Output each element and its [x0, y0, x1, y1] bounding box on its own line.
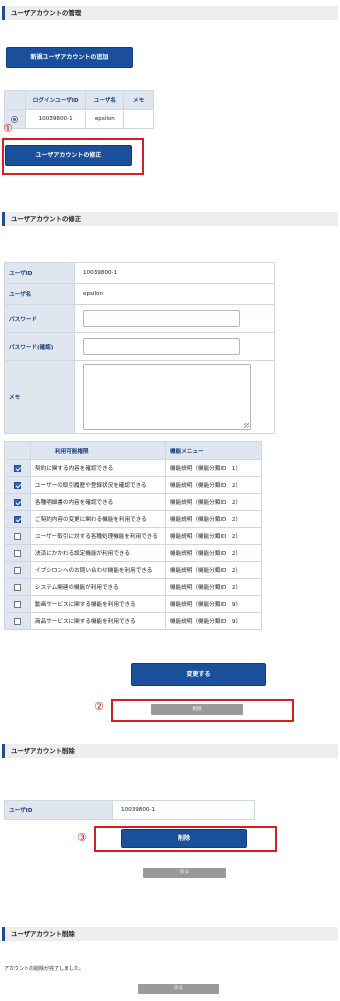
select-column-header: [4, 90, 26, 110]
permission-checkbox-cell[interactable]: [4, 476, 31, 494]
permission-checkbox[interactable]: [14, 566, 21, 574]
permission-label: 各種明細書の内容を確認できる: [30, 493, 166, 511]
section-header-account-management: ユーザアカウントの管理: [2, 6, 338, 20]
permission-checkbox[interactable]: [14, 498, 21, 506]
permission-label: イプシロンへのお問い合わせ機能を利用できる: [30, 561, 166, 579]
permission-checkbox-cell[interactable]: [4, 595, 31, 613]
permission-checkbox[interactable]: [14, 617, 21, 625]
delete-button[interactable]: 削除: [121, 829, 247, 848]
memo-column-header: メモ: [123, 90, 154, 110]
change-button[interactable]: 変更する: [131, 663, 266, 686]
permission-row[interactable]: ユーザーの取引履歴や登録状況を確認できる 機能説明（機能分類ID 2）: [4, 476, 262, 494]
function-menu-cell: 機能説明（機能分類ID 2）: [165, 578, 262, 596]
table-row[interactable]: 10039800-1 epsilon: [4, 109, 154, 129]
function-menu-header: 機能メニュー: [165, 441, 262, 460]
function-menu-cell: 機能説明（機能分類ID 2）: [165, 510, 262, 528]
function-menu-cell: 機能説明（機能分類ID 2）: [165, 561, 262, 579]
permission-label: ご契約内容の変更に関わる機能を利用できる: [30, 510, 166, 528]
account-modify-form: ユーザID 10039800-1 ユーザ名 epsilon パスワード パスワー…: [4, 262, 275, 434]
permission-checkbox[interactable]: [14, 600, 21, 608]
permission-checkbox[interactable]: [14, 549, 21, 557]
user-name-label: ユーザ名: [4, 283, 75, 305]
marker-2: ②: [94, 700, 104, 713]
permission-checkbox-cell[interactable]: [4, 527, 31, 545]
section-header-delete-complete: ユーザアカウント削除: [2, 927, 338, 941]
password-label: パスワード: [4, 304, 75, 333]
permission-checkbox[interactable]: [14, 515, 21, 523]
cancel-delete-button[interactable]: 削除: [151, 704, 243, 715]
user-name-value: epsilon: [74, 283, 275, 305]
account-delete-form: ユーザID 10039800-1: [4, 800, 255, 820]
account-list-table: ログインユーザID ユーザ名 メモ 10039800-1 epsilon: [4, 90, 154, 129]
section-header-account-delete: ユーザアカウント削除: [2, 744, 338, 758]
permission-row[interactable]: システム関連の機能が利用できる 機能説明（機能分類ID 2）: [4, 578, 262, 596]
back-button[interactable]: 戻る: [143, 868, 226, 878]
user-name-column-header: ユーザ名: [85, 90, 125, 110]
user-name-cell: epsilon: [85, 109, 125, 129]
permission-label: 動画サービスに関する機能を利用できる: [30, 595, 166, 613]
add-user-account-button[interactable]: 新規ユーザアカウントの追加: [6, 47, 133, 68]
permission-checkbox[interactable]: [14, 583, 21, 591]
available-permissions-header: 利用可能権限: [30, 441, 166, 460]
memo-label: メモ: [4, 360, 75, 434]
permission-checkbox-cell[interactable]: [4, 578, 31, 596]
login-id-column-header: ログインユーザID: [24, 90, 87, 110]
permission-row[interactable]: イプシロンへのお問い合わせ機能を利用できる 機能説明（機能分類ID 2）: [4, 561, 262, 579]
delete-user-id-label: ユーザID: [4, 800, 113, 820]
login-id-cell: 10039800-1: [24, 109, 87, 129]
complete-back-button[interactable]: 戻る: [138, 984, 219, 994]
function-menu-cell: 機能説明（機能分類ID 2）: [165, 527, 262, 545]
permission-label: ユーザー取引に対する各種処理機能を利用できる: [30, 527, 166, 545]
permission-row[interactable]: 決済にかかわる設定機能が利用できる 機能説明（機能分類ID 2）: [4, 544, 262, 562]
function-menu-cell: 機能説明（機能分類ID 1）: [165, 459, 262, 477]
function-menu-cell: 機能説明（機能分類ID 2）: [165, 493, 262, 511]
permission-checkbox-cell[interactable]: [4, 459, 31, 477]
permission-label: ユーザーの取引履歴や登録状況を確認できる: [30, 476, 166, 494]
permission-row[interactable]: 動画サービスに関する機能を利用できる 機能説明（機能分類ID 9）: [4, 595, 262, 613]
function-menu-cell: 機能説明（機能分類ID 2）: [165, 476, 262, 494]
modify-user-account-button[interactable]: ユーザアカウントの修正: [5, 145, 132, 166]
permission-checkbox-cell[interactable]: [4, 561, 31, 579]
permission-checkbox-cell[interactable]: [4, 510, 31, 528]
password-confirm-label: パスワード(確認): [4, 332, 75, 361]
function-menu-cell: 機能説明（機能分類ID 9）: [165, 595, 262, 613]
marker-1: ①: [3, 122, 13, 135]
resize-handle-icon[interactable]: [244, 423, 249, 428]
password-confirm-input[interactable]: [83, 338, 240, 355]
permission-row[interactable]: 商品サービスに関する機能を利用できる 機能説明（機能分類ID 9）: [4, 612, 262, 630]
permission-row[interactable]: ご契約内容の変更に関わる機能を利用できる 機能説明（機能分類ID 2）: [4, 510, 262, 528]
permission-label: 決済にかかわる設定機能が利用できる: [30, 544, 166, 562]
delete-user-id-value: 10039800-1: [112, 800, 255, 820]
memo-textarea[interactable]: [83, 364, 251, 430]
delete-complete-message: アカウントの削除が完了しました。: [4, 966, 85, 972]
permission-table: 利用可能権限 機能メニュー 契約に関する内容を確認できる 機能説明（機能分類ID …: [4, 441, 262, 630]
permission-label: システム関連の機能が利用できる: [30, 578, 166, 596]
checkbox-column-header: [4, 441, 31, 460]
permission-row[interactable]: 各種明細書の内容を確認できる 機能説明（機能分類ID 2）: [4, 493, 262, 511]
permission-checkbox[interactable]: [14, 464, 21, 472]
memo-cell: [123, 109, 154, 129]
marker-3: ③: [77, 831, 87, 844]
user-id-value: 10039800-1: [74, 262, 275, 284]
permission-row[interactable]: 契約に関する内容を確認できる 機能説明（機能分類ID 1）: [4, 459, 262, 477]
permission-label: 商品サービスに関する機能を利用できる: [30, 612, 166, 630]
permission-checkbox-cell[interactable]: [4, 493, 31, 511]
function-menu-cell: 機能説明（機能分類ID 9）: [165, 612, 262, 630]
function-menu-cell: 機能説明（機能分類ID 2）: [165, 544, 262, 562]
permission-label: 契約に関する内容を確認できる: [30, 459, 166, 477]
permission-row[interactable]: ユーザー取引に対する各種処理機能を利用できる 機能説明（機能分類ID 2）: [4, 527, 262, 545]
permission-checkbox-cell[interactable]: [4, 544, 31, 562]
section-header-account-modify: ユーザアカウントの修正: [2, 212, 338, 226]
password-input[interactable]: [83, 310, 240, 327]
permission-checkbox[interactable]: [14, 532, 21, 540]
permission-checkbox-cell[interactable]: [4, 612, 31, 630]
permission-checkbox[interactable]: [14, 481, 21, 489]
user-id-label: ユーザID: [4, 262, 75, 284]
